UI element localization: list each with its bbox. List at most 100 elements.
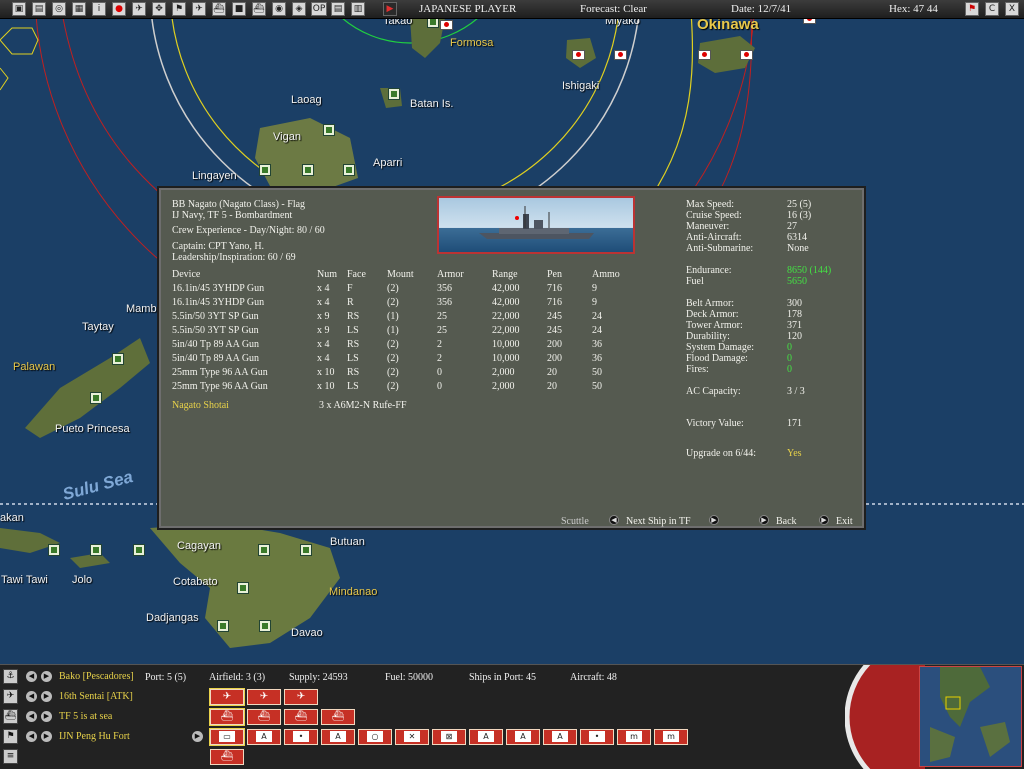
enemy-base-flag[interactable] bbox=[440, 20, 453, 30]
unit-button-12[interactable]: m bbox=[617, 729, 651, 745]
airgroup-icon[interactable]: ✈ bbox=[3, 689, 18, 704]
unit-button-3[interactable]: • bbox=[284, 729, 318, 745]
next-arrow-icon[interactable]: ▶ bbox=[709, 515, 719, 525]
prev-arrow-icon[interactable]: ◀ bbox=[26, 671, 37, 682]
next-arrow-icon[interactable]: ▶ bbox=[41, 671, 52, 682]
cycle-icon[interactable]: ◎ bbox=[52, 2, 66, 16]
op-button[interactable]: OP bbox=[311, 2, 327, 16]
unit-button-5[interactable]: ○ bbox=[358, 729, 392, 745]
bottom-row-label[interactable]: TF 5 is at sea bbox=[59, 711, 112, 722]
home-icon[interactable]: ▣ bbox=[12, 2, 26, 16]
base-marker[interactable] bbox=[259, 164, 271, 176]
battleship-silhouette bbox=[479, 206, 594, 239]
minimap[interactable] bbox=[919, 666, 1022, 767]
play-icon[interactable]: ▶ bbox=[383, 2, 397, 16]
next-arrow-icon[interactable]: ▶ bbox=[41, 731, 52, 742]
base-marker[interactable] bbox=[133, 544, 145, 556]
fighter-icon[interactable]: ✈ bbox=[247, 689, 281, 705]
c-icon[interactable]: C bbox=[985, 2, 999, 16]
device-cell: 16.1in/45 3YHDP Gun bbox=[172, 297, 265, 308]
base-marker[interactable] bbox=[48, 544, 60, 556]
color-swatch-icon[interactable]: ■ bbox=[232, 2, 246, 16]
unit-button-1[interactable]: ▭ bbox=[209, 728, 245, 746]
expand-arrow-icon[interactable]: ▶ bbox=[192, 731, 203, 742]
bomber-icon[interactable]: ✈ bbox=[209, 688, 245, 706]
globe-icon[interactable]: ◉ bbox=[272, 2, 286, 16]
japan-flag-icon[interactable]: ● bbox=[112, 2, 126, 16]
base-marker[interactable] bbox=[112, 353, 124, 365]
aircraft-icon[interactable]: ✈ bbox=[192, 2, 206, 16]
bottom-row-label[interactable]: Bako [Pescadores] bbox=[59, 671, 134, 682]
enemy-base-flag[interactable] bbox=[572, 50, 585, 60]
unit-symbol: ⊠ bbox=[441, 731, 457, 742]
close-icon[interactable]: X bbox=[1005, 2, 1019, 16]
unit-button-13[interactable]: m bbox=[654, 729, 688, 745]
unit-button-8[interactable]: A bbox=[469, 729, 503, 745]
next-arrow-icon[interactable]: ▶ bbox=[41, 711, 52, 722]
base-marker[interactable] bbox=[259, 620, 271, 632]
scuttle-button[interactable]: Scuttle bbox=[561, 516, 589, 527]
tf-ship-icon-1[interactable]: ⛴ bbox=[209, 708, 245, 726]
bottom-row-label[interactable]: IJN Peng Hu Fort bbox=[59, 731, 130, 742]
stat-value-maneuver: 27 bbox=[787, 221, 797, 232]
base-marker[interactable] bbox=[258, 544, 270, 556]
ship-icon[interactable]: ⛴ bbox=[212, 2, 226, 16]
base-marker[interactable] bbox=[300, 544, 312, 556]
list-icon[interactable]: ▦ bbox=[72, 2, 86, 16]
arrows-icon[interactable]: ✥ bbox=[152, 2, 166, 16]
report-icon[interactable]: ▤ bbox=[331, 2, 345, 16]
ship-unit-button[interactable]: ⛴ bbox=[210, 749, 244, 765]
unit-button-11[interactable]: • bbox=[580, 729, 614, 745]
tf-ship-icon-4[interactable]: ⛴ bbox=[321, 709, 355, 725]
unit-button-10[interactable]: A bbox=[543, 729, 577, 745]
enemy-base-flag[interactable] bbox=[740, 50, 753, 60]
air-group-name[interactable]: Nagato Shotai bbox=[172, 400, 229, 411]
base-marker[interactable] bbox=[323, 124, 335, 136]
prev-arrow-icon[interactable]: ◀ bbox=[609, 515, 619, 525]
exit-arrow-icon[interactable]: ▶ bbox=[819, 515, 829, 525]
prev-arrow-icon[interactable]: ◀ bbox=[26, 711, 37, 722]
back-button[interactable]: Back bbox=[776, 516, 797, 527]
side-menu-icon[interactable]: ≡ bbox=[3, 749, 18, 764]
base-marker[interactable] bbox=[90, 544, 102, 556]
base-marker[interactable] bbox=[217, 620, 229, 632]
radar-icon[interactable]: ◈ bbox=[292, 2, 306, 16]
document-icon[interactable]: ▤ bbox=[32, 2, 46, 16]
transport-plane-icon[interactable]: ✈ bbox=[284, 689, 318, 705]
next-ship-button[interactable]: Next Ship in TF bbox=[626, 516, 691, 527]
base-marker[interactable] bbox=[237, 582, 249, 594]
device-cell: R bbox=[347, 297, 354, 308]
taskforce-icon[interactable]: ⛴ bbox=[3, 709, 18, 724]
plane-icon[interactable]: ✈ bbox=[132, 2, 146, 16]
base-marker[interactable] bbox=[302, 164, 314, 176]
flag-icon[interactable]: ⚑ bbox=[172, 2, 186, 16]
base-marker[interactable] bbox=[343, 164, 355, 176]
unit-button-6[interactable]: ✕ bbox=[395, 729, 429, 745]
tf-ship-icon-2[interactable]: ⛴ bbox=[247, 709, 281, 725]
base-marker[interactable] bbox=[427, 18, 439, 28]
enemy-base-flag[interactable] bbox=[614, 50, 627, 60]
base-marker[interactable] bbox=[388, 88, 400, 100]
flag-icon[interactable]: ⚑ bbox=[965, 2, 979, 16]
prev-arrow-icon[interactable]: ◀ bbox=[26, 731, 37, 742]
bars-icon[interactable]: ▥ bbox=[351, 2, 365, 16]
unit-button-4[interactable]: A bbox=[321, 729, 355, 745]
enemy-base-flag[interactable] bbox=[698, 50, 711, 60]
base-icon[interactable]: ⚓ bbox=[3, 669, 18, 684]
unit-button-7[interactable]: ⊠ bbox=[432, 729, 466, 745]
unit-button-2[interactable]: A bbox=[247, 729, 281, 745]
prev-arrow-icon[interactable]: ◀ bbox=[26, 691, 37, 702]
ships-icon[interactable]: ⛴ bbox=[252, 2, 266, 16]
tf-ship-icon-3[interactable]: ⛴ bbox=[284, 709, 318, 725]
stat-value-endurance: 8650 (144) bbox=[787, 265, 832, 276]
exit-button[interactable]: Exit bbox=[836, 516, 853, 527]
back-arrow-icon[interactable]: ▶ bbox=[759, 515, 769, 525]
device-cell: 2,000 bbox=[492, 367, 515, 378]
base-marker[interactable] bbox=[90, 392, 102, 404]
bottom-row-label[interactable]: 16th Sentai [ATK] bbox=[59, 691, 133, 702]
next-arrow-icon[interactable]: ▶ bbox=[41, 691, 52, 702]
info-icon[interactable]: i bbox=[92, 2, 106, 16]
unit-button-9[interactable]: A bbox=[506, 729, 540, 745]
unit-flag-icon[interactable]: ⚑ bbox=[3, 729, 18, 744]
air-group-aircraft: 3 x A6M2-N Rufe-FF bbox=[319, 400, 407, 411]
